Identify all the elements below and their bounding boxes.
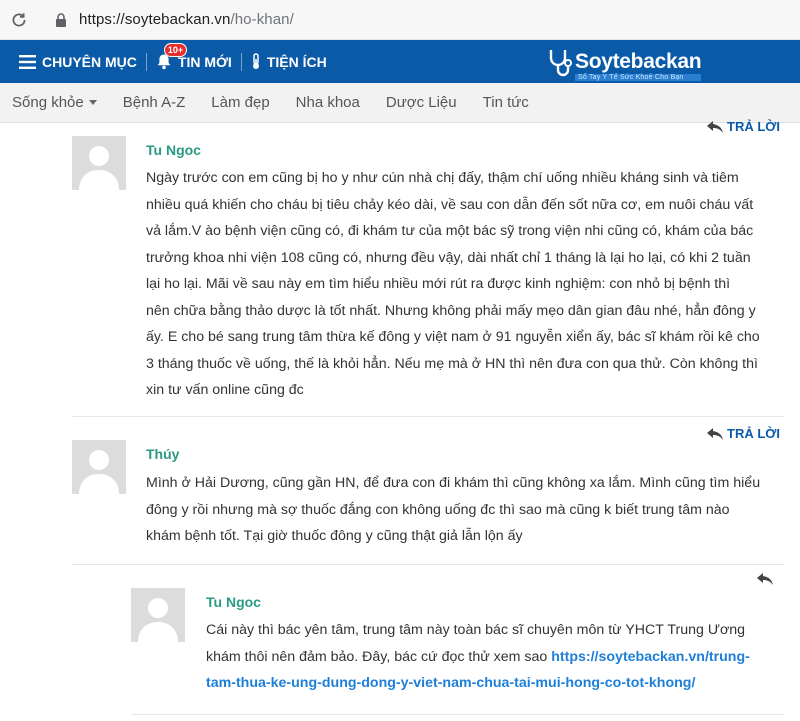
reply-button[interactable] [757, 573, 777, 585]
hamburger-menu-icon [19, 54, 36, 69]
url-host: https://soytebackan.vn [79, 11, 231, 28]
reply-icon [707, 120, 723, 133]
subnav-item-benh-a-z[interactable]: Bệnh A-Z [123, 94, 186, 111]
avatar [72, 136, 126, 190]
subnav-item-label: Sống khỏe [12, 94, 84, 111]
caret-down-icon [88, 100, 97, 105]
nav-news[interactable]: 10+ TIN MỚI [156, 40, 232, 83]
bell-icon: 10+ [156, 43, 188, 70]
comment-line-text: khám thôi nên đảm bảo. Đây, bác cứ đọc t… [206, 648, 552, 665]
avatar [131, 588, 185, 642]
subnav-item-duoc-lieu[interactable]: Dược Liệu [386, 94, 457, 111]
nav-news-label: TIN MỚI [177, 53, 232, 70]
logo-title: Soytebackan [575, 49, 702, 73]
comment-line: lại ho lại. Mãi về sau này em tìm hiểu n… [146, 276, 731, 292]
comment-line: đông y rồi nhưng mà sợ thuốc đắng con kh… [146, 501, 730, 518]
nav-categories-label: CHUYÊN MỤC [42, 53, 137, 70]
article-link[interactable]: https://soytebackan.vn/trung- [551, 649, 750, 665]
subnav-item-lam-dep[interactable]: Làm đẹp [211, 94, 269, 111]
comment-line: 3 tháng thuốc về uống, thế là khỏi hẳn. … [146, 355, 758, 372]
reply-button[interactable]: TRẢ LỜI [707, 426, 780, 441]
subnav-item-label: Dược Liệu [385, 94, 457, 111]
logo-subtitle: Sổ Tay Y Tế Sức Khoẻ Cho Bạn [575, 73, 702, 81]
comment-line: Mình ở Hải Dương, cũng gần HN, để đưa co… [146, 475, 761, 491]
nav-separator [145, 52, 147, 71]
comment-line: trưởng khoa nhi viện 108 cũng có, nhưng … [146, 249, 751, 266]
comment-line: Cái này thì bác yên tâm, trung tâm này t… [206, 622, 746, 638]
comment-line: khám thôi nên đảm bảo. Đây, bác cứ đọc t… [206, 644, 796, 671]
reply-button[interactable]: TRẢ LỜI [707, 119, 780, 134]
comment-line: ấy. E cho bé sang trung tâm thừa kế đông… [146, 329, 760, 345]
subnav-item-label: Tin tức [482, 94, 529, 111]
user-silhouette-icon [131, 588, 185, 642]
comment-line: vả lắm.V ào bệnh viện cũng có, đi khám t… [146, 223, 754, 239]
category-navbar: Sống khỏe Bệnh A-Z Làm đẹp Nha khoa Dược… [0, 83, 800, 123]
reload-icon[interactable] [9, 10, 29, 30]
comment-body: Cái này thì bác yên tâm, trung tâm này t… [206, 617, 796, 697]
comment-divider [72, 564, 784, 565]
comment-line: nhiều quá khiến cho cháu bị tiêu chảy ké… [146, 196, 754, 213]
thermometer-icon [251, 53, 261, 70]
subnav-item-song-khoe[interactable]: Sống khỏe [12, 94, 97, 111]
nav-utilities[interactable]: TIỆN ÍCH [251, 40, 327, 83]
comment-author[interactable]: Tu Ngoc [146, 142, 201, 158]
nav-separator [240, 52, 242, 71]
comment-line: khám bệnh tốt. Tại giờ thuốc đông y cũng… [146, 528, 523, 544]
comment-author[interactable]: Tu Ngoc [206, 594, 261, 610]
user-silhouette-icon [72, 440, 126, 494]
subnav-item-nha-khoa[interactable]: Nha khoa [296, 94, 360, 111]
comment-author[interactable]: Thúy [146, 446, 179, 462]
comment-divider [131, 714, 784, 715]
user-silhouette-icon [72, 136, 126, 190]
reply-icon [757, 573, 773, 585]
subnav-item-label: Làm đẹp [211, 94, 270, 111]
article-link-continued[interactable]: tam-thua-ke-ung-dung-dong-y-viet-nam-chu… [206, 675, 695, 691]
lock-icon[interactable] [53, 12, 69, 28]
comment-line: xin tư vấn online cũng đc [146, 382, 304, 398]
reply-label: TRẢ LỜI [727, 119, 780, 134]
stethoscope-logo-icon [547, 48, 573, 83]
subnav-item-label: Nha khoa [295, 94, 360, 111]
comment-line: nên chữa bằng thảo dược là tốt nhất. Như… [146, 302, 756, 319]
comment-body: Ngày trước con em cũng bị ho y như cún n… [146, 165, 796, 404]
comment-line: Ngày trước con em cũng bị ho y như cún n… [146, 170, 739, 186]
subnav-item-label: Bệnh A-Z [122, 94, 186, 111]
comment-divider [72, 416, 784, 417]
comment-body: Mình ở Hải Dương, cũng gần HN, để đưa co… [146, 470, 796, 550]
site-logo[interactable]: Soytebackan Sổ Tay Y Tế Sức Khoẻ Cho Bạn [547, 48, 702, 83]
news-badge: 10+ [163, 43, 188, 57]
reply-label: TRẢ LỜI [727, 426, 780, 441]
url-field[interactable]: https://soytebackan.vn/ho-khan/ [79, 11, 294, 28]
nav-utilities-label: TIỆN ÍCH [266, 53, 327, 70]
nav-categories[interactable]: CHUYÊN MỤC [19, 40, 137, 83]
comment-line: tam-thua-ke-ung-dung-dong-y-viet-nam-chu… [206, 670, 796, 697]
browser-address-bar: https://soytebackan.vn/ho-khan/ [0, 0, 800, 40]
subnav-item-tin-tuc[interactable]: Tin tức [483, 94, 529, 111]
avatar [72, 440, 126, 494]
reply-icon [707, 427, 723, 440]
url-path: /ho-khan/ [230, 11, 294, 28]
